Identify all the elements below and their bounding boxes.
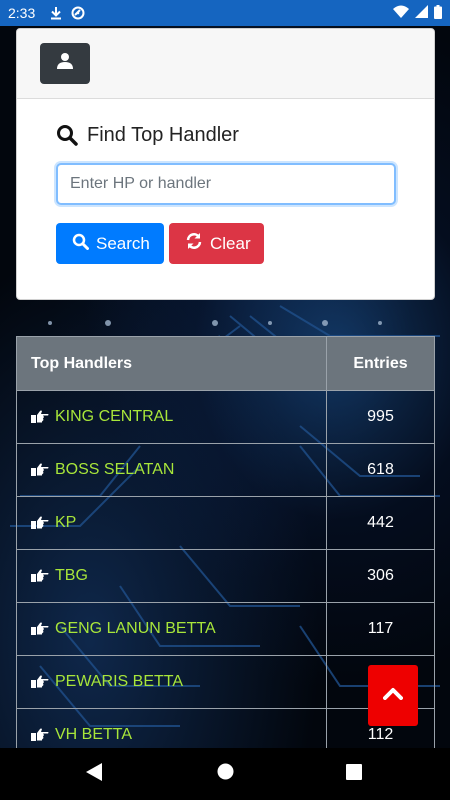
system-nav-bar	[0, 748, 450, 800]
hand-pointing-right-icon	[31, 410, 49, 424]
table-row[interactable]: GENG LANUN BETTA 117	[16, 602, 435, 656]
hand-pointing-right-icon	[31, 728, 49, 742]
header-top-handlers: Top Handlers	[16, 336, 327, 391]
back-icon	[86, 762, 102, 786]
table-row[interactable]: KING CENTRAL 995	[16, 390, 435, 444]
handler-entries: 117	[326, 602, 435, 656]
scroll-to-top-button[interactable]	[368, 665, 418, 726]
card-header	[17, 29, 434, 99]
wifi-icon	[393, 5, 409, 21]
status-bar: 2:33	[0, 0, 450, 26]
handler-name: GENG LANUN BETTA	[55, 619, 216, 637]
handler-name-cell: BOSS SELATAN	[16, 443, 327, 497]
handler-entries: 306	[326, 549, 435, 603]
card-title: Find Top Handler	[56, 121, 395, 149]
handler-name-cell: KING CENTRAL	[16, 390, 327, 444]
handler-name: KP	[55, 513, 77, 531]
home-button[interactable]	[195, 748, 255, 800]
chevron-up-icon	[383, 686, 403, 705]
refresh-icon	[185, 232, 203, 255]
search-button-label: Search	[96, 233, 150, 253]
find-handler-card: Find Top Handler Search Cle	[16, 28, 435, 300]
handler-entries: 442	[326, 496, 435, 550]
handler-name: VH BETTA	[55, 725, 133, 743]
battery-icon	[434, 4, 442, 22]
status-time: 2:33	[8, 5, 36, 21]
handler-entries: 995	[326, 390, 435, 444]
user-icon	[56, 52, 74, 75]
download-icon	[49, 6, 63, 20]
table-row[interactable]: KP 442	[16, 496, 435, 550]
clear-button-label: Clear	[210, 233, 251, 253]
recents-button[interactable]	[324, 748, 384, 800]
search-icon	[72, 233, 89, 255]
hand-pointing-right-icon	[31, 516, 49, 530]
hand-pointing-right-icon	[31, 463, 49, 477]
handler-name-cell: KP	[16, 496, 327, 550]
hand-pointing-right-icon	[31, 675, 49, 689]
search-button[interactable]: Search	[56, 223, 164, 264]
header-entries: Entries	[326, 336, 435, 391]
handler-name: KING CENTRAL	[55, 407, 174, 425]
card-title-text: Find Top Handler	[87, 123, 239, 146]
card-body: Find Top Handler Search Cle	[17, 99, 434, 264]
hand-pointing-right-icon	[31, 569, 49, 583]
handler-name: PEWARIS BETTA	[55, 672, 184, 690]
back-button[interactable]	[64, 748, 124, 800]
hand-pointing-right-icon	[31, 622, 49, 636]
table-row[interactable]: TBG 306	[16, 549, 435, 603]
table-header-row: Top Handlers Entries	[16, 336, 435, 391]
handler-name: TBG	[55, 566, 88, 584]
handler-name: BOSS SELATAN	[55, 460, 175, 478]
handler-name-cell: TBG	[16, 549, 327, 603]
recents-icon	[346, 763, 362, 785]
handler-search-input[interactable]	[56, 163, 396, 205]
clear-button[interactable]: Clear	[169, 223, 264, 264]
profile-button[interactable]	[40, 43, 90, 84]
sync-icon	[71, 6, 85, 20]
handler-entries: 618	[326, 443, 435, 497]
search-icon	[56, 124, 78, 146]
signal-icon	[415, 5, 428, 21]
table-row[interactable]: BOSS SELATAN 618	[16, 443, 435, 497]
handler-name-cell: PEWARIS BETTA	[16, 655, 327, 709]
home-icon	[217, 763, 234, 785]
handler-name-cell: GENG LANUN BETTA	[16, 602, 327, 656]
handler-name-cell: VH BETTA	[16, 708, 327, 748]
